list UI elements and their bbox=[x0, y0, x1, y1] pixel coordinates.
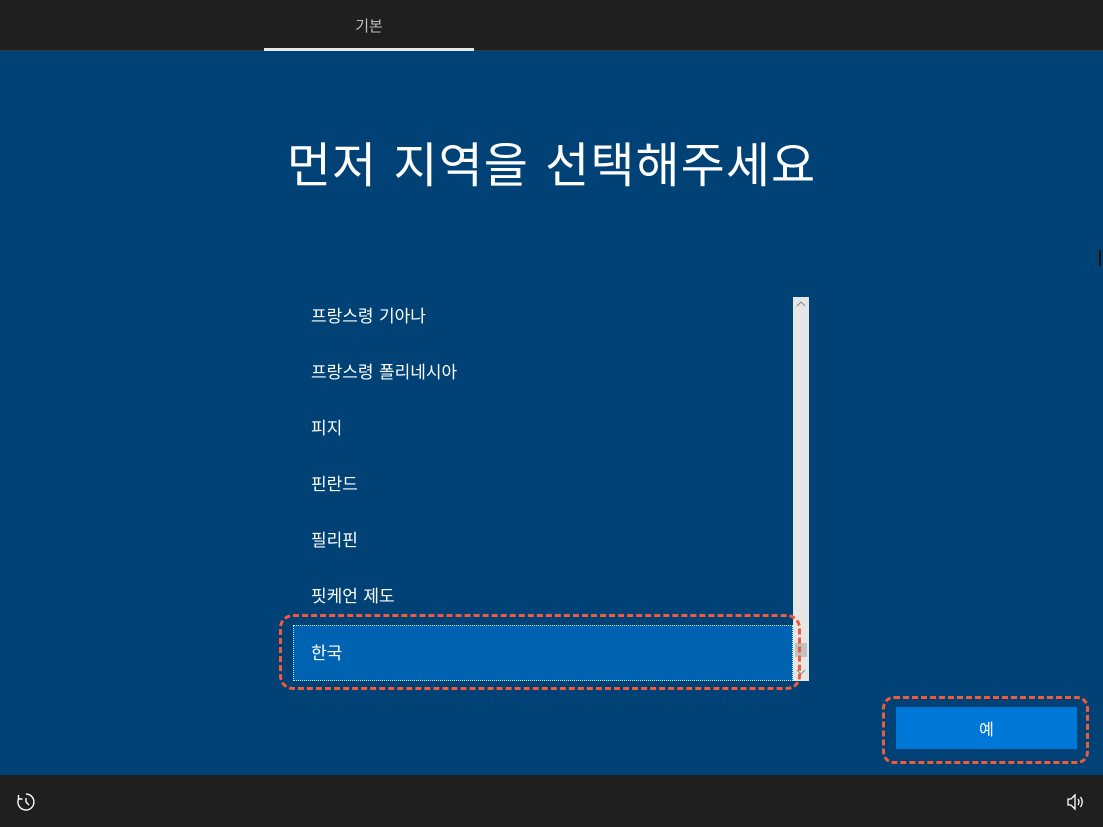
list-item[interactable]: 프랑스령 폴리네시아 bbox=[293, 345, 793, 401]
page-title: 먼저 지역을 선택해주세요 bbox=[286, 138, 817, 194]
list-item[interactable]: 프랑스령 기아나 bbox=[293, 289, 793, 345]
volume-icon[interactable] bbox=[1066, 793, 1086, 811]
cursor-edge-mark bbox=[1099, 250, 1103, 266]
chevron-up-icon[interactable] bbox=[793, 297, 809, 313]
selection-annotation-box bbox=[279, 614, 801, 690]
button-annotation-box bbox=[882, 696, 1089, 764]
tab-basics[interactable]: 기본 bbox=[264, 0, 474, 50]
list-item[interactable]: 피지 bbox=[293, 401, 793, 457]
list-item[interactable]: 핀란드 bbox=[293, 457, 793, 513]
top-bar: 기본 bbox=[0, 0, 1103, 51]
ease-of-access-icon[interactable] bbox=[16, 792, 36, 812]
bottom-bar bbox=[0, 775, 1103, 827]
tab-active-indicator bbox=[264, 48, 474, 51]
list-item[interactable]: 필리핀 bbox=[293, 513, 793, 569]
